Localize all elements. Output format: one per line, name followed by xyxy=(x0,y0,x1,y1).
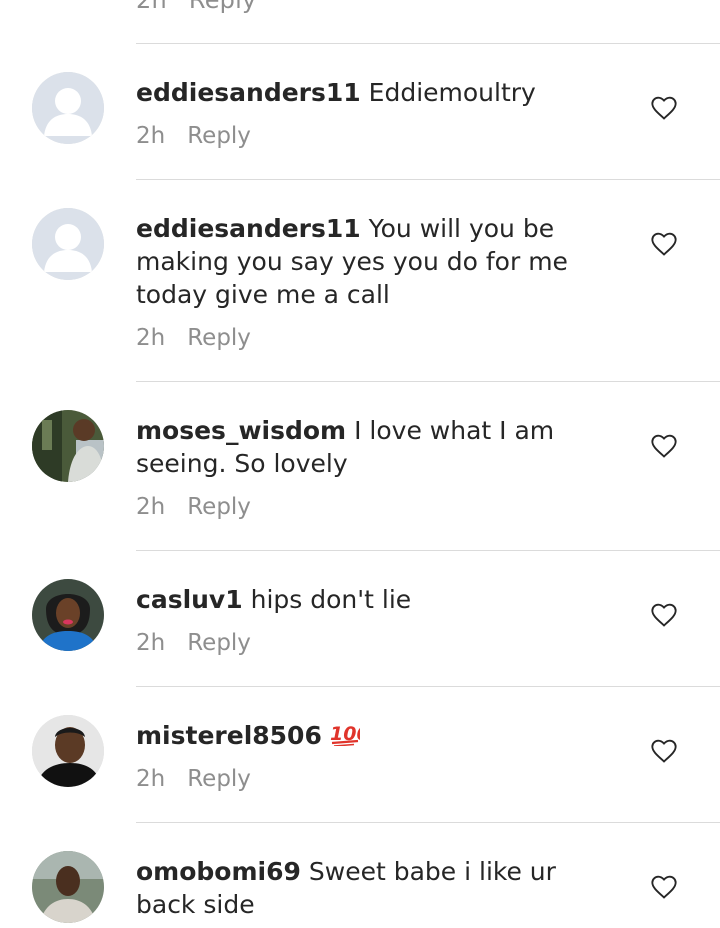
comment-username[interactable]: misterel8506 xyxy=(136,721,322,750)
person-photo-icon xyxy=(32,715,104,787)
comment-time: 2h xyxy=(136,123,166,149)
default-avatar-icon xyxy=(32,72,104,144)
avatar[interactable] xyxy=(32,851,104,923)
heart-icon[interactable] xyxy=(650,94,678,122)
divider xyxy=(136,43,720,44)
comment-meta: 2h Reply xyxy=(136,492,251,522)
avatar[interactable] xyxy=(32,410,104,482)
person-photo-icon xyxy=(32,579,104,651)
comment-body: Eddiemoultry xyxy=(368,78,536,107)
avatar[interactable] xyxy=(32,579,104,651)
person-photo-icon xyxy=(32,410,104,482)
hundred-points-icon: 100 xyxy=(330,723,370,747)
person-photo-icon xyxy=(32,851,104,923)
reply-button[interactable]: Reply xyxy=(187,630,251,656)
divider xyxy=(136,381,720,382)
divider xyxy=(136,550,720,551)
comment-body: hips don't lie xyxy=(250,585,412,614)
default-avatar-icon xyxy=(32,208,104,280)
comment-time: 2h xyxy=(136,494,166,520)
heart-icon[interactable] xyxy=(650,601,678,629)
comment-username[interactable]: omobomi69 xyxy=(136,857,301,886)
comment-text: misterel8506 100 xyxy=(136,719,606,754)
hundred-points-emoji: 100 xyxy=(330,720,370,754)
comment-time: 2h xyxy=(136,766,166,792)
comment-meta: 2h Reply xyxy=(136,764,251,794)
comment-text: eddiesanders11 You will you be making you… xyxy=(136,212,606,311)
comment-username[interactable]: eddiesanders11 xyxy=(136,78,361,107)
comment-time: 2h xyxy=(136,325,166,351)
heart-icon[interactable] xyxy=(650,737,678,765)
avatar[interactable] xyxy=(32,208,104,280)
comment-text: moses_wisdom I love what I am seeing. So … xyxy=(136,414,606,480)
avatar[interactable] xyxy=(32,715,104,787)
comment-text: casluv1 hips don't lie xyxy=(136,583,606,616)
comment-text: eddiesanders11 Eddiemoultry xyxy=(136,76,606,109)
comment-username[interactable]: eddiesanders11 xyxy=(136,214,361,243)
comment-meta: 2h Reply xyxy=(136,628,251,658)
divider xyxy=(136,686,720,687)
divider xyxy=(136,179,720,180)
heart-icon[interactable] xyxy=(650,873,678,901)
comment-meta: 2h Reply xyxy=(136,121,251,151)
reply-button[interactable]: Reply xyxy=(187,766,251,792)
comment-meta: 2h Reply xyxy=(136,323,251,353)
comment-meta-partial: 2h Reply xyxy=(136,0,256,14)
avatar[interactable] xyxy=(32,72,104,144)
comment-username[interactable]: moses_wisdom xyxy=(136,416,346,445)
reply-button[interactable]: Reply xyxy=(189,0,256,14)
comment-text: omobomi69 Sweet babe i like ur back side xyxy=(136,855,606,921)
comment-username[interactable]: casluv1 xyxy=(136,585,243,614)
comment-time: 2h xyxy=(136,630,166,656)
reply-button[interactable]: Reply xyxy=(187,123,251,149)
heart-icon[interactable] xyxy=(650,230,678,258)
reply-button[interactable]: Reply xyxy=(187,325,251,351)
heart-icon[interactable] xyxy=(650,432,678,460)
divider xyxy=(136,822,720,823)
reply-button[interactable]: Reply xyxy=(187,494,251,520)
comment-time: 2h xyxy=(136,0,167,14)
